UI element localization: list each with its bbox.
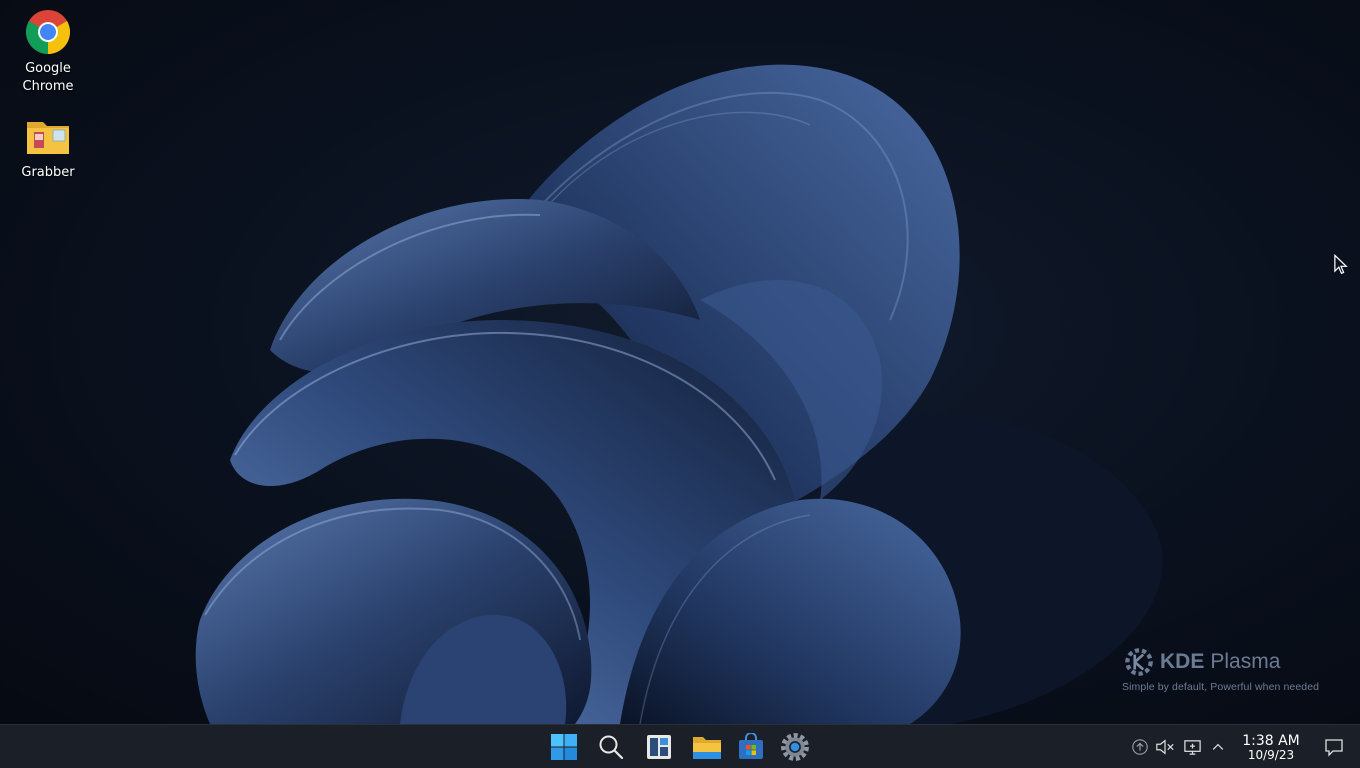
widgets-button[interactable]: [642, 730, 676, 764]
clock-date: 10/9/23: [1247, 748, 1295, 762]
taskbar: 1:38 AM 10/9/23: [0, 724, 1360, 768]
notifications-button[interactable]: [1324, 737, 1344, 757]
tray-clock[interactable]: 1:38 AM 10/9/23: [1236, 733, 1306, 762]
update-arrow-icon: [1132, 739, 1148, 755]
chrome-icon: [24, 8, 72, 56]
search-button[interactable]: [594, 730, 628, 764]
desktop-icon-label: Grabber: [21, 165, 75, 180]
clock-time: 1:38 AM: [1242, 733, 1300, 749]
store-button[interactable]: [734, 730, 768, 764]
kde-gear-icon: [1125, 648, 1153, 676]
mouse-cursor-icon: [1334, 253, 1348, 280]
desktop-icon-label-line2: Chrome: [22, 79, 74, 94]
windows-start-icon: [551, 734, 577, 760]
folder-icon: [24, 112, 72, 160]
start-button[interactable]: [547, 730, 581, 764]
chevron-up-icon: [1212, 743, 1224, 750]
search-icon: [599, 735, 624, 760]
wallpaper-bloom: [195, 64, 1163, 724]
store-icon: [739, 733, 763, 759]
tray-update-button[interactable]: [1130, 737, 1150, 757]
desktop-icon-grabber[interactable]: Grabber: [8, 112, 88, 182]
kde-tagline: Simple by default, Powerful when needed: [1122, 681, 1320, 693]
widgets-icon: [647, 735, 671, 759]
folder-icon: [693, 737, 721, 759]
gear-icon: [781, 733, 809, 761]
tray-expand-button[interactable]: [1208, 737, 1228, 757]
file-explorer-button[interactable]: [690, 730, 724, 764]
desktop[interactable]: Google Chrome Grabber KDE Plasma Simple …: [0, 0, 1360, 724]
display-icon: [1183, 739, 1201, 755]
desktop-icon-label-line1: Google: [25, 61, 71, 76]
tray-display-button[interactable]: [1182, 737, 1202, 757]
kde-title: Plasma: [1210, 650, 1281, 673]
kde-plasma-watermark: KDE Plasma Simple by default, Powerful w…: [1122, 645, 1319, 693]
settings-button[interactable]: [778, 730, 812, 764]
notification-icon: [1325, 739, 1343, 757]
desktop-icon-google-chrome[interactable]: Google Chrome: [8, 8, 88, 96]
volume-muted-icon: [1156, 739, 1174, 755]
kde-title-bold: KDE: [1160, 650, 1205, 673]
tray-volume-button[interactable]: [1155, 737, 1175, 757]
